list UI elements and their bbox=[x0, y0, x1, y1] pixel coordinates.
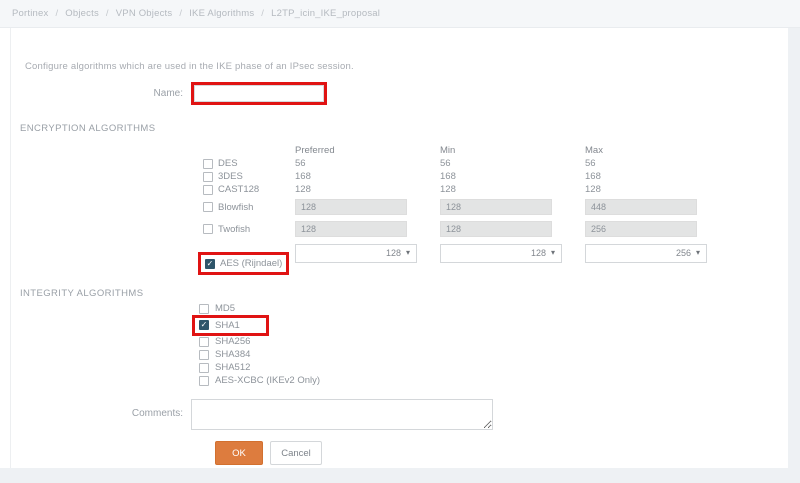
list-item-aes-xcbc: AES-XCBC (IKEv2 Only) bbox=[199, 374, 787, 387]
aes-max-select[interactable]: 256 ▾ bbox=[585, 244, 707, 263]
twofish-min-input: 128 bbox=[440, 221, 552, 237]
integrity-section-title: INTEGRITY ALGORITHMS bbox=[20, 288, 787, 299]
blowfish-checkbox[interactable] bbox=[203, 202, 213, 212]
aes-checkbox[interactable]: ✓ bbox=[205, 259, 215, 269]
cast128-checkbox[interactable] bbox=[203, 185, 213, 195]
cast128-min-value: 128 bbox=[440, 184, 585, 195]
name-input[interactable] bbox=[194, 85, 324, 102]
twofish-preferred-input: 128 bbox=[295, 221, 407, 237]
encryption-section-title: ENCRYPTION ALGORITHMS bbox=[20, 123, 787, 134]
aes-label: AES (Rijndael) bbox=[220, 258, 282, 269]
breadcrumb-separator: / bbox=[179, 8, 182, 19]
chevron-down-icon: ▾ bbox=[696, 249, 700, 257]
form-actions: OK Cancel bbox=[215, 441, 787, 465]
table-row-blowfish: Blowfish 128 128 448 bbox=[203, 196, 787, 218]
checkmark-icon: ✓ bbox=[201, 321, 208, 329]
comments-label: Comments: bbox=[11, 399, 191, 419]
sha512-label: SHA512 bbox=[215, 362, 250, 373]
list-item-sha256: SHA256 bbox=[199, 335, 787, 348]
encryption-header-row: Preferred Min Max bbox=[203, 143, 787, 157]
aes-xcbc-label: AES-XCBC (IKEv2 Only) bbox=[215, 375, 320, 386]
breadcrumb-item-ike-algorithms[interactable]: IKE Algorithms bbox=[189, 8, 254, 19]
aes-min-select[interactable]: 128 ▾ bbox=[440, 244, 562, 263]
table-row-twofish: Twofish 128 128 256 bbox=[203, 218, 787, 240]
table-row-3des: 3DES 168 168 168 bbox=[203, 170, 787, 183]
cast128-preferred-value: 128 bbox=[295, 184, 440, 195]
encryption-table: Preferred Min Max DES 56 56 56 3DES 168 bbox=[203, 143, 787, 266]
name-row: Name: bbox=[11, 82, 787, 105]
aes-preferred-selected-value: 128 bbox=[386, 248, 401, 258]
integrity-list: MD5 ✓ SHA1 SHA256 SHA384 SHA512 bbox=[199, 302, 787, 387]
breadcrumb-bar: Portinex / Objects / VPN Objects / IKE A… bbox=[0, 0, 800, 28]
twofish-label: Twofish bbox=[218, 224, 250, 235]
list-item-sha1: ✓ SHA1 bbox=[199, 315, 787, 335]
page-description: Configure algorithms which are used in t… bbox=[25, 61, 787, 72]
breadcrumb-item-portinex[interactable]: Portinex bbox=[12, 8, 48, 19]
table-row-cast128: CAST128 128 128 128 bbox=[203, 183, 787, 196]
3des-label: 3DES bbox=[218, 171, 243, 182]
comments-textarea[interactable] bbox=[191, 399, 493, 430]
cancel-button[interactable]: Cancel bbox=[270, 441, 322, 465]
content-card: Configure algorithms which are used in t… bbox=[0, 28, 788, 468]
aes-max-selected-value: 256 bbox=[676, 248, 691, 258]
breadcrumb-item-vpn-objects[interactable]: VPN Objects bbox=[116, 8, 173, 19]
sha1-checkbox[interactable]: ✓ bbox=[199, 320, 209, 330]
3des-max-value: 168 bbox=[585, 171, 715, 182]
3des-min-value: 168 bbox=[440, 171, 585, 182]
blowfish-label: Blowfish bbox=[218, 202, 253, 213]
des-preferred-value: 56 bbox=[295, 158, 440, 169]
list-item-md5: MD5 bbox=[199, 302, 787, 315]
aes-preferred-select[interactable]: 128 ▾ bbox=[295, 244, 417, 263]
table-row-des: DES 56 56 56 bbox=[203, 157, 787, 170]
aes-xcbc-checkbox[interactable] bbox=[199, 376, 209, 386]
breadcrumb-separator: / bbox=[55, 8, 58, 19]
breadcrumb-separator: / bbox=[261, 8, 264, 19]
md5-label: MD5 bbox=[215, 303, 235, 314]
cast128-label: CAST128 bbox=[218, 184, 259, 195]
comments-row: Comments: bbox=[11, 399, 787, 430]
des-checkbox[interactable] bbox=[203, 159, 213, 169]
3des-preferred-value: 168 bbox=[295, 171, 440, 182]
breadcrumb-separator: / bbox=[106, 8, 109, 19]
aes-min-selected-value: 128 bbox=[531, 248, 546, 258]
sha512-checkbox[interactable] bbox=[199, 363, 209, 373]
column-header-preferred: Preferred bbox=[295, 145, 440, 156]
checkmark-icon: ✓ bbox=[207, 260, 214, 268]
blowfish-min-input: 128 bbox=[440, 199, 552, 215]
annotation-highlight-sha1: ✓ SHA1 bbox=[192, 315, 269, 336]
sha256-label: SHA256 bbox=[215, 336, 250, 347]
des-max-value: 56 bbox=[585, 158, 715, 169]
annotation-highlight-aes: ✓ AES (Rijndael) bbox=[198, 252, 289, 275]
3des-checkbox[interactable] bbox=[203, 172, 213, 182]
chevron-down-icon: ▾ bbox=[551, 249, 555, 257]
sha384-label: SHA384 bbox=[215, 349, 250, 360]
sha256-checkbox[interactable] bbox=[199, 337, 209, 347]
sha1-label: SHA1 bbox=[215, 320, 240, 331]
cast128-max-value: 128 bbox=[585, 184, 715, 195]
sha384-checkbox[interactable] bbox=[199, 350, 209, 360]
list-item-sha384: SHA384 bbox=[199, 348, 787, 361]
des-min-value: 56 bbox=[440, 158, 585, 169]
blowfish-max-input: 448 bbox=[585, 199, 697, 215]
table-row-aes: ✓ AES (Rijndael) 128 ▾ 128 ▾ bbox=[203, 240, 787, 266]
ok-button[interactable]: OK bbox=[215, 441, 263, 465]
breadcrumb-item-objects[interactable]: Objects bbox=[65, 8, 99, 19]
column-header-min: Min bbox=[440, 145, 585, 156]
breadcrumb-item-proposal[interactable]: L2TP_icin_IKE_proposal bbox=[271, 8, 380, 19]
twofish-max-input: 256 bbox=[585, 221, 697, 237]
list-item-sha512: SHA512 bbox=[199, 361, 787, 374]
breadcrumb: Portinex / Objects / VPN Objects / IKE A… bbox=[12, 8, 380, 19]
twofish-checkbox[interactable] bbox=[203, 224, 213, 234]
annotation-highlight-name bbox=[191, 82, 327, 105]
des-label: DES bbox=[218, 158, 238, 169]
chevron-down-icon: ▾ bbox=[406, 249, 410, 257]
column-header-max: Max bbox=[585, 145, 715, 156]
blowfish-preferred-input: 128 bbox=[295, 199, 407, 215]
name-label: Name: bbox=[11, 88, 191, 99]
md5-checkbox[interactable] bbox=[199, 304, 209, 314]
